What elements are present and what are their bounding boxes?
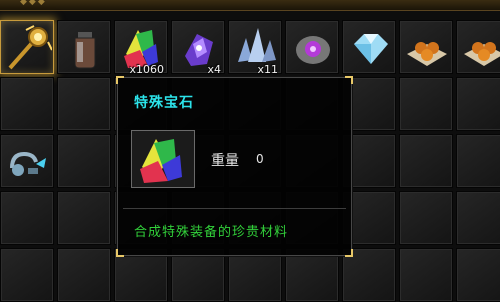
inventory-slot[interactable] <box>0 248 54 302</box>
fireball-tray-icon <box>464 42 500 66</box>
inventory-slot[interactable] <box>399 134 453 188</box>
purple-orb-rock-icon <box>296 36 330 64</box>
inventory-slot[interactable] <box>57 248 111 302</box>
inventory-slot[interactable] <box>456 77 500 131</box>
inventory-slot[interactable] <box>57 77 111 131</box>
item-tooltip: 特殊宝石 重量 0 合成特殊装备的珍贵材料 <box>116 76 353 257</box>
special-gem-icon <box>140 139 182 183</box>
tooltip-corner <box>116 249 124 257</box>
slot-quantity: x4 <box>207 63 221 76</box>
inventory-slot[interactable] <box>57 134 111 188</box>
fireball-tray-icon <box>407 42 447 66</box>
inventory-slot[interactable] <box>285 20 339 74</box>
inventory-slot[interactable]: x1060 <box>114 20 168 76</box>
tooltip-item-icon-frame <box>131 130 195 188</box>
inventory-slot[interactable] <box>285 248 339 302</box>
diamond-icon <box>354 34 388 64</box>
golden-staff-icon <box>8 25 52 70</box>
mechanical-pet-icon <box>10 151 46 176</box>
inventory-slot[interactable] <box>399 191 453 245</box>
inventory-slot[interactable] <box>342 20 396 74</box>
tooltip-item-name: 特殊宝石 <box>134 95 194 111</box>
inventory-slot[interactable] <box>399 248 453 302</box>
potion-jar-icon <box>74 32 96 69</box>
inventory-slot[interactable] <box>399 20 453 74</box>
slot-quantity: x11 <box>257 63 278 76</box>
inventory-slot[interactable] <box>456 248 500 302</box>
inventory-slot[interactable] <box>399 77 453 131</box>
tooltip-description: 合成特殊装备的珍贵材料 <box>134 225 289 240</box>
inventory-slot[interactable] <box>171 248 225 302</box>
inventory-slot[interactable] <box>456 134 500 188</box>
tooltip-divider <box>123 208 346 209</box>
tooltip-weight-value: 0 <box>256 152 264 166</box>
window-title-decoration: ◆◆◆ <box>20 0 47 7</box>
inventory-slot[interactable]: x4 <box>171 20 225 76</box>
inventory-slot[interactable] <box>456 20 500 74</box>
tooltip-weight-label: 重量 <box>211 153 239 169</box>
tooltip-corner <box>345 76 353 84</box>
tooltip-corner <box>116 76 124 84</box>
tooltip-corner <box>345 249 353 257</box>
inventory-slot[interactable] <box>0 77 54 131</box>
inventory-slot[interactable] <box>57 20 111 74</box>
slot-quantity: x1060 <box>129 63 164 76</box>
inventory-slot[interactable] <box>456 191 500 245</box>
window-title-bar: ◆◆◆ <box>0 0 500 11</box>
inventory-slot[interactable] <box>0 20 54 74</box>
inventory-slot[interactable]: x11 <box>228 20 282 76</box>
inventory-slot[interactable] <box>57 191 111 245</box>
inventory-slot[interactable] <box>0 191 54 245</box>
inventory-slot[interactable] <box>0 134 54 188</box>
inventory-slot[interactable] <box>228 248 282 302</box>
